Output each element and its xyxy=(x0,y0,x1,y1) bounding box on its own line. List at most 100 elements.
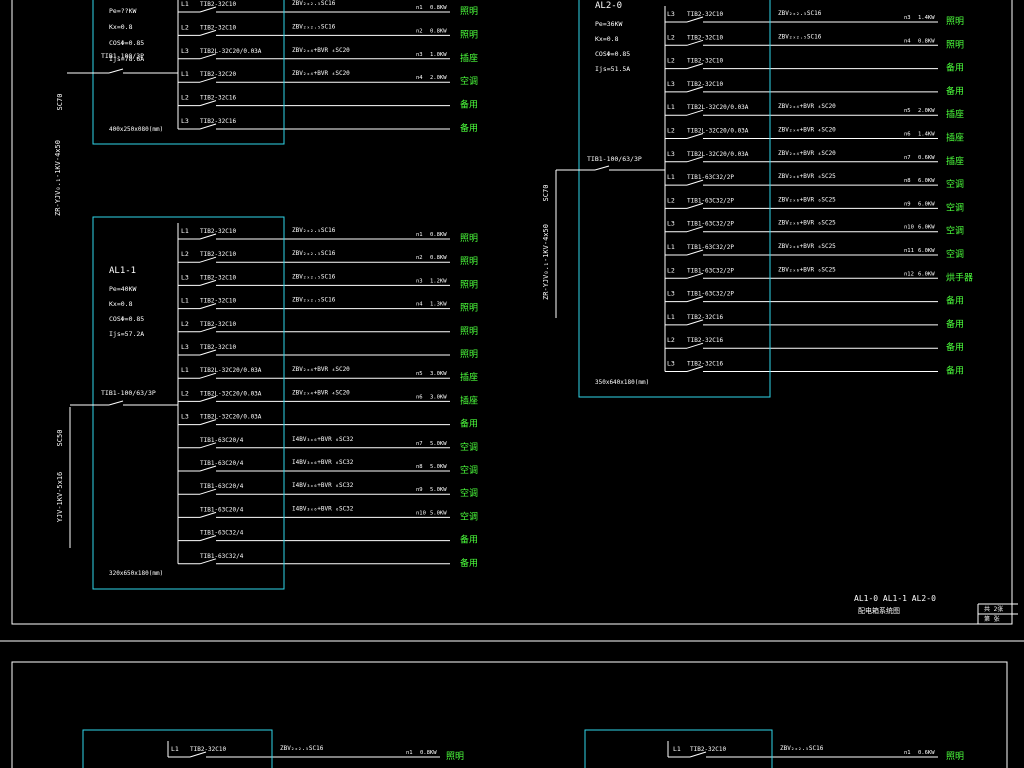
circuit-cable-spec: ZBV₂ₓ₂.₅SC16 xyxy=(280,745,324,752)
circuit-phase: L1 xyxy=(181,227,189,235)
circuit-breaker-label: TIB2L-32C20/0.03A xyxy=(687,104,749,111)
circuit-power: 5.0KW xyxy=(430,441,447,447)
circuit-power: 6.0KW xyxy=(918,271,935,277)
circuit-load: 空调 xyxy=(946,201,964,213)
circuit-breaker-label: TIB1-63C32/2P xyxy=(687,221,734,228)
circuit-breaker-label: TIB2L-32C20/0.03A xyxy=(200,390,262,397)
circuit-load: 照明 xyxy=(460,29,478,40)
circuit-cable-spec: ZBV₂ₓ₄+BVR ₄SC20 xyxy=(778,150,836,157)
circuit-load: 备用 xyxy=(460,418,478,430)
circuit-load: 照明 xyxy=(460,326,478,337)
drawing-name: 配电箱系统图 xyxy=(858,606,900,615)
circuit-number: n4 xyxy=(416,75,423,81)
circuit-cable-spec: ZBV₂ₓ₂.₅SC16 xyxy=(292,297,336,304)
panel-parameter: Kx=0.8 xyxy=(109,23,133,31)
circuit-cable-spec: ZBV₂ₓ₆+BVR ₆SC25 xyxy=(778,196,836,203)
circuit-breaker-label: TIB2L-32C20/0.03A xyxy=(200,414,262,421)
sheet-number: 第 张 xyxy=(984,615,1000,623)
circuit-breaker-label: TIB1-63C32/2P xyxy=(687,244,734,251)
circuit-load: 空调 xyxy=(946,225,964,237)
circuit-power: 5.0KW xyxy=(430,510,447,516)
circuit-load: 照明 xyxy=(460,6,478,17)
circuit-breaker-label: TIB1-63C20/4 xyxy=(200,506,244,513)
circuit-load: 空调 xyxy=(946,248,964,260)
circuit-power: 1.4KW xyxy=(918,15,935,21)
circuit-breaker-label: TIB2L-32C20/0.03A xyxy=(687,128,749,135)
circuit-power: 1.4KW xyxy=(918,132,935,138)
circuit-number: n9 xyxy=(416,487,423,493)
circuit-load: 照明 xyxy=(460,303,478,314)
circuit-phase: L2 xyxy=(667,336,675,344)
circuit-number: n1 xyxy=(904,750,911,756)
circuit-power: 0.8KW xyxy=(430,28,447,34)
circuit-breaker-label: TIB2-32C10 xyxy=(687,81,724,88)
circuit-breaker-label: TIB2-32C10 xyxy=(200,298,237,305)
circuit-phase: L3 xyxy=(667,220,675,228)
circuit-breaker-label: TIB2-32C10 xyxy=(200,24,237,31)
circuit-phase: L1 xyxy=(673,745,681,753)
circuit-breaker-label: TIB2-32C10 xyxy=(200,1,237,8)
circuit-load: 照明 xyxy=(946,39,964,50)
circuit-load: 空调 xyxy=(460,464,478,476)
circuit-cable-spec: ZBV₂ₓ₂.₅SC16 xyxy=(292,250,336,257)
circuit-phase: L1 xyxy=(171,745,179,753)
circuit-cable-spec: I4BV₃ₓ₆+BVR ₆SC32 xyxy=(292,459,354,466)
circuit-power: 1.0KW xyxy=(430,52,447,58)
circuit-load: 插座 xyxy=(460,371,478,383)
circuit-load: 空调 xyxy=(460,75,478,87)
circuit-phase: L3 xyxy=(667,150,675,158)
panel-dimensions: 320x650x180(mm) xyxy=(109,570,163,577)
circuit-breaker-label: TIB2-32C10 xyxy=(200,228,237,235)
circuit-breaker-label: TIB2-32C10 xyxy=(200,321,237,328)
circuit-breaker-label: TIB2-32C10 xyxy=(690,746,727,753)
circuit-cable-spec: ZBV₂ₓ₆+BVR ₆SC25 xyxy=(778,173,836,180)
circuit-breaker-label: TIB2L-32C20/0.03A xyxy=(687,151,749,158)
circuit-cable-spec: I4BV₃ₓ₆+BVR ₆SC32 xyxy=(292,482,354,489)
circuit-phase: L1 xyxy=(181,366,189,374)
circuit-cable-spec: ZBV₂ₓ₂.₅SC16 xyxy=(292,227,336,234)
circuit-load: 照明 xyxy=(460,279,478,290)
circuit-power: 6.0KW xyxy=(918,248,935,254)
circuit-cable-spec: ZBV₂ₓ₂.₅SC16 xyxy=(778,10,822,17)
circuit-breaker-label: TIB2-32C20 xyxy=(200,71,237,78)
circuit-cable-spec: ZBV₂ₓ₂.₅SC16 xyxy=(780,745,824,752)
circuit-power: 5.0KW xyxy=(430,487,447,493)
circuit-number: n5 xyxy=(904,108,911,114)
circuit-breaker-label: TIB1-63C32/4 xyxy=(200,530,244,537)
circuit-load: 备用 xyxy=(946,365,964,377)
circuit-load: 备用 xyxy=(946,295,964,307)
circuit-load: 空调 xyxy=(460,487,478,499)
circuit-number: n9 xyxy=(904,201,911,207)
circuit-number: n11 xyxy=(904,248,914,254)
circuit-load: 照明 xyxy=(446,751,464,762)
circuit-power: 5.0KW xyxy=(430,464,447,470)
sheet-total: 共 2张 xyxy=(984,605,1003,613)
circuit-power: 0.6KW xyxy=(918,155,935,161)
circuit-breaker-label: TIB2-32C16 xyxy=(200,95,237,102)
panel-parameter: COSΦ=0.85 xyxy=(109,39,144,47)
circuit-load: 空调 xyxy=(460,441,478,453)
circuit-phase: L1 xyxy=(667,173,675,181)
circuit-breaker-label: TIB1-63C32/2P xyxy=(687,197,734,204)
circuit-breaker-label: TIB1-63C20/4 xyxy=(200,483,244,490)
circuit-breaker-label: TIB2-32C10 xyxy=(200,274,237,281)
circuit-load: 插座 xyxy=(946,132,964,144)
circuit-phase: L2 xyxy=(181,23,189,31)
circuit-cable-spec: ZBV₂ₓ₂.₅SC16 xyxy=(292,0,336,7)
drawing-refs: AL1-0 AL1-1 AL2-0 xyxy=(854,594,936,603)
circuit-phase: L1 xyxy=(181,297,189,305)
circuit-load: 备用 xyxy=(460,99,478,111)
circuit-load: 插座 xyxy=(460,52,478,64)
incoming-cable-spec: YJV-1KV-5x16 xyxy=(56,472,64,523)
circuit-breaker-label: TIB2-32C10 xyxy=(190,746,227,753)
circuit-breaker-label: TIB2-32C16 xyxy=(687,361,724,368)
circuit-load: 备用 xyxy=(946,62,964,74)
circuit-load: 照明 xyxy=(946,16,964,27)
circuit-number: n2 xyxy=(416,28,423,34)
circuit-number: n1 xyxy=(406,750,413,756)
circuit-number: n6 xyxy=(416,394,423,400)
circuit-power: 2.0KW xyxy=(918,108,935,114)
panel-name: AL1-1 xyxy=(109,266,136,276)
circuit-breaker-label: TIB1-63C20/4 xyxy=(200,460,244,467)
circuit-phase: L3 xyxy=(667,80,675,88)
